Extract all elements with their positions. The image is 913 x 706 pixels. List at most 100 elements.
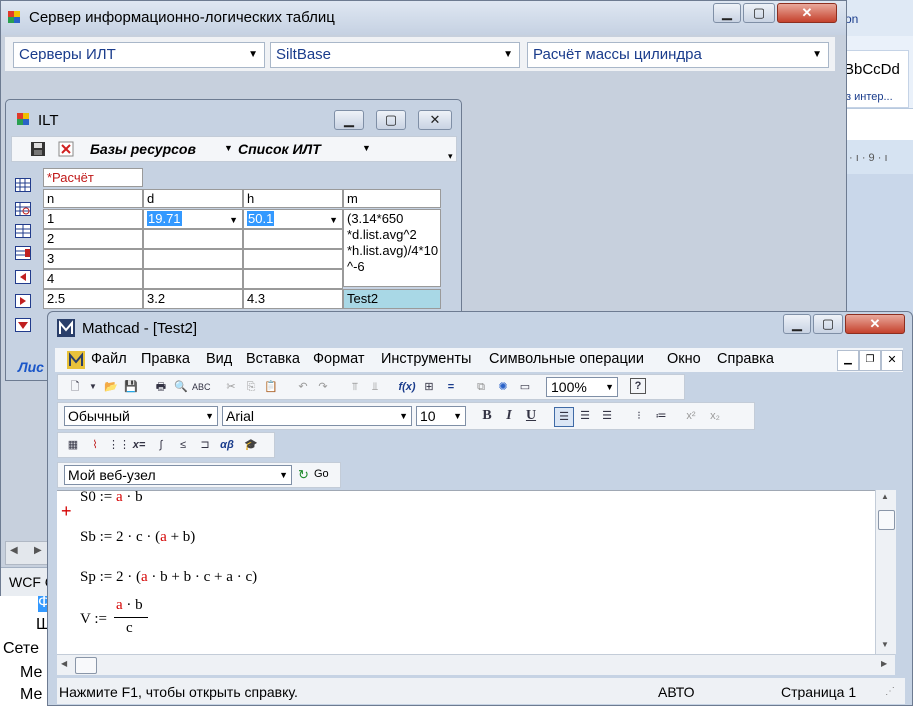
cell-n-2[interactable]: 2 xyxy=(43,229,143,249)
move-right-icon[interactable] xyxy=(15,294,31,311)
cell-n-1[interactable]: 1 xyxy=(43,209,143,229)
header-cell-h[interactable]: h xyxy=(243,189,343,208)
cell-h-4[interactable] xyxy=(243,269,343,289)
chevron-down-icon[interactable]: ▼ xyxy=(229,212,238,228)
insert-function-icon[interactable]: f(x) xyxy=(398,378,416,396)
undo-icon[interactable]: ↶ xyxy=(294,378,312,396)
server-hscroll[interactable]: ◀ ▶ xyxy=(5,541,51,565)
boolean-icon[interactable]: ≤ xyxy=(174,436,192,454)
chevron-down-icon[interactable]: ▼ xyxy=(329,212,338,228)
graph-icon[interactable]: ⌇ xyxy=(86,436,104,454)
align-center-icon[interactable]: ☰ xyxy=(576,407,594,425)
formula-cell[interactable]: (3.14*650 *d.list.avg^2 *h.list.avg)/4*1… xyxy=(343,209,441,287)
web-address-select[interactable]: Мой веб-узел ▼ xyxy=(64,465,292,485)
underline-button[interactable]: U xyxy=(522,407,540,425)
move-left-icon[interactable] xyxy=(15,270,31,287)
help-icon[interactable]: ? xyxy=(630,378,646,394)
minimize-button[interactable]: ▁ xyxy=(713,3,741,23)
move-down-icon[interactable] xyxy=(15,318,31,335)
redo-icon[interactable]: ↷ xyxy=(314,378,332,396)
summary-cell-d[interactable]: 3.2 xyxy=(143,289,243,309)
ilt-maximize-button[interactable]: ▢ xyxy=(376,110,406,130)
doc-restore-button[interactable]: ❐ xyxy=(859,350,881,371)
equation-sp[interactable]: Sp := 2 · (a · b + b · c + a · c) xyxy=(80,569,257,586)
equation-sb[interactable]: Sb := 2 · c · (a + b) xyxy=(80,529,195,546)
font-size-select[interactable]: 10 ▼ xyxy=(416,406,466,426)
close-button[interactable]: ✕ xyxy=(777,3,837,23)
chevron-down-icon[interactable]: ▼ xyxy=(84,378,102,396)
equation-v[interactable]: V := a · b c xyxy=(80,597,190,651)
evaluation-icon[interactable]: x= xyxy=(130,436,148,454)
calculus-icon[interactable]: ∫ xyxy=(152,436,170,454)
cut-icon[interactable]: ✂ xyxy=(222,378,240,396)
table-search-icon[interactable] xyxy=(15,202,31,219)
open-folder-icon[interactable]: 📂 xyxy=(102,378,120,396)
base-combo[interactable]: SiltBase ▼ xyxy=(270,42,520,68)
paste-icon[interactable]: 📋 xyxy=(262,378,280,396)
insert-row-icon[interactable] xyxy=(15,246,31,263)
window-icon[interactable]: ▭ xyxy=(516,378,534,396)
mathcad-close-button[interactable]: ✕ xyxy=(845,314,905,334)
cell-d-2[interactable] xyxy=(143,229,243,249)
chevron-down-icon[interactable]: ▼ xyxy=(224,143,233,153)
menu-format[interactable]: Формат xyxy=(313,348,365,370)
header-cell-m[interactable]: m xyxy=(343,189,441,208)
calculate-icon[interactable]: = xyxy=(442,378,460,396)
cell-h-2[interactable] xyxy=(243,229,343,249)
bullet-list-icon[interactable]: ⁝ xyxy=(630,407,648,425)
symbolic-icon[interactable]: 🎓 xyxy=(242,436,260,454)
table-title-cell[interactable]: *Расчёт xyxy=(43,168,143,187)
menu-edit[interactable]: Правка xyxy=(141,348,190,370)
go-button[interactable]: Go xyxy=(314,468,329,480)
menu-symbolics[interactable]: Символьные операции xyxy=(489,348,644,370)
menu-window[interactable]: Окно xyxy=(667,348,701,370)
table-icon[interactable] xyxy=(15,178,31,195)
toolbar-overflow-icon[interactable]: ▾ xyxy=(448,151,453,162)
list-dropdown-label[interactable]: Список ИЛТ xyxy=(238,141,321,157)
go-arrow-icon[interactable]: ↻ xyxy=(298,467,309,483)
list-tab-label[interactable]: Лис xyxy=(18,359,44,375)
align-bottom-icon[interactable]: ⫫ xyxy=(366,378,384,396)
cell-n-4[interactable]: 4 xyxy=(43,269,143,289)
resize-grip-icon[interactable]: ⋰ xyxy=(885,686,895,697)
resources-icon[interactable]: ✺ xyxy=(494,378,512,396)
print-preview-icon[interactable]: 🔍 xyxy=(172,378,190,396)
align-top-icon[interactable]: ⫪ xyxy=(346,378,364,396)
component-icon[interactable]: ⧉ xyxy=(472,378,490,396)
bases-dropdown-label[interactable]: Базы ресурсов xyxy=(90,141,196,157)
header-cell-d[interactable]: d xyxy=(143,189,243,208)
superscript-icon[interactable]: x² xyxy=(682,407,700,425)
greek-icon[interactable]: αβ xyxy=(218,436,236,454)
chevron-down-icon[interactable]: ▼ xyxy=(362,143,371,153)
worksheet[interactable]: S0 := a · b + Sb := 2 · c · (a + b) Sp :… xyxy=(57,489,875,655)
cell-d-4[interactable] xyxy=(143,269,243,289)
scroll-up-icon[interactable]: ▲ xyxy=(881,492,889,501)
summary-cell-h[interactable]: 4.3 xyxy=(243,289,343,309)
cell-d-1[interactable]: 19.71 ▼ xyxy=(143,209,243,229)
worksheet-hscroll[interactable]: ◀ ▶ xyxy=(57,654,895,675)
align-right-icon[interactable]: ☰ xyxy=(598,407,616,425)
style-gallery-item[interactable]: BbCcDd з интер... xyxy=(841,50,909,108)
style-select[interactable]: Обычный ▼ xyxy=(64,406,218,426)
menu-help[interactable]: Справка xyxy=(717,348,774,370)
scroll-down-icon[interactable]: ▼ xyxy=(881,640,889,649)
maximize-button[interactable]: ▢ xyxy=(743,3,775,23)
cell-d-3[interactable] xyxy=(143,249,243,269)
menu-tools[interactable]: Инструменты xyxy=(381,348,471,370)
matrix-icon[interactable]: ⋮⋮ xyxy=(108,436,130,454)
vscroll-thumb[interactable] xyxy=(878,510,895,530)
worksheet-vscroll[interactable]: ▲ ▼ xyxy=(875,490,896,654)
calculator-icon[interactable]: ▦ xyxy=(64,436,82,454)
cell-n-3[interactable]: 3 xyxy=(43,249,143,269)
save-icon[interactable] xyxy=(30,141,46,157)
menu-insert[interactable]: Вставка xyxy=(246,348,300,370)
bold-button[interactable]: B xyxy=(478,407,496,425)
programming-icon[interactable]: ⊐ xyxy=(196,436,214,454)
font-select[interactable]: Arial ▼ xyxy=(222,406,412,426)
summary-cell-n[interactable]: 2.5 xyxy=(43,289,143,309)
mathcad-minimize-button[interactable]: ▁ xyxy=(783,314,811,334)
mathcad-maximize-button[interactable]: ▢ xyxy=(813,314,843,334)
servers-combo[interactable]: Серверы ИЛТ ▼ xyxy=(13,42,265,68)
insert-unit-icon[interactable]: ⊞ xyxy=(420,378,438,396)
ilt-close-button[interactable]: ✕ xyxy=(418,110,452,130)
